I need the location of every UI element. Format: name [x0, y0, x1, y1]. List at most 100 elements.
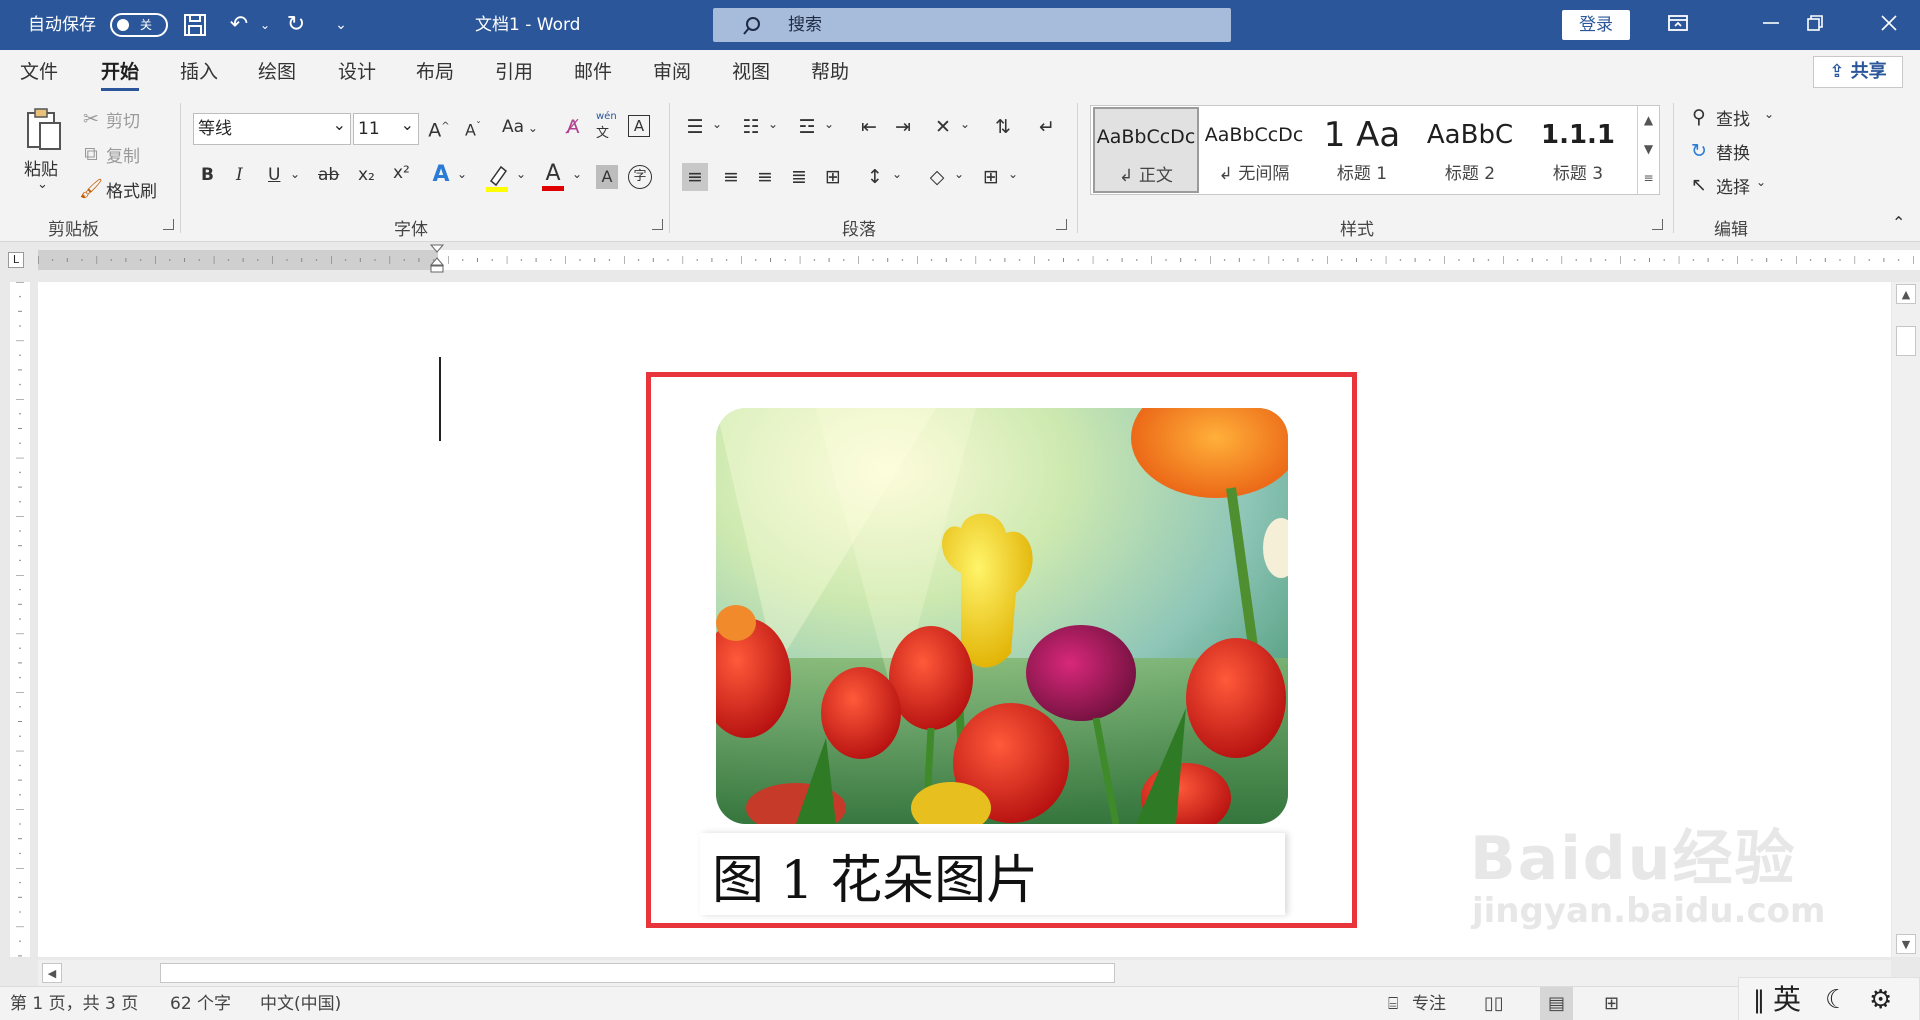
style-heading-3[interactable]: 1.1.1 标题 3: [1525, 107, 1631, 193]
show-hide-marks-icon[interactable]: ↵: [1034, 115, 1060, 139]
select-button[interactable]: 选择: [1716, 173, 1750, 198]
tab-references[interactable]: 引用: [495, 50, 533, 95]
style-heading-1[interactable]: 1 Aa 标题 1: [1309, 107, 1415, 193]
font-color-dropdown-icon[interactable]: ⌄: [572, 167, 582, 181]
figure-caption[interactable]: 图 1 花朵图片: [712, 838, 1038, 913]
flower-photo[interactable]: [716, 408, 1288, 824]
find-button[interactable]: 查找: [1716, 105, 1750, 130]
restore-icon[interactable]: [1802, 12, 1828, 38]
decrease-indent-icon[interactable]: ⇤: [856, 115, 882, 139]
ribbon-display-options-icon[interactable]: [1665, 12, 1691, 38]
enclose-characters-icon[interactable]: 字: [628, 165, 652, 189]
web-layout-icon[interactable]: ⊞: [1604, 987, 1619, 1020]
format-painter-icon[interactable]: 🖌: [78, 177, 104, 201]
tab-design[interactable]: 设计: [338, 50, 376, 95]
vertical-scrollbar[interactable]: ▲ ▼: [1892, 282, 1920, 957]
replace-button[interactable]: 替换: [1716, 139, 1750, 164]
align-left-icon[interactable]: ≡: [682, 163, 708, 191]
copy-icon[interactable]: ⧉: [78, 142, 104, 166]
change-case-button[interactable]: Aa ⌄: [502, 117, 538, 137]
indent-marker-icon[interactable]: [429, 244, 445, 274]
read-mode-icon[interactable]: ▯▯: [1484, 987, 1504, 1020]
focus-button[interactable]: 专注: [1412, 987, 1446, 1020]
scroll-down-icon[interactable]: ▼: [1896, 934, 1916, 954]
highlight-dropdown-icon[interactable]: ⌄: [516, 167, 526, 181]
multilevel-list-icon[interactable]: ☲: [794, 115, 820, 139]
borders-icon[interactable]: ⊞: [978, 163, 1004, 191]
vertical-scroll-thumb[interactable]: [1896, 326, 1916, 356]
word-count[interactable]: 62 个字: [170, 987, 231, 1020]
shading-dropdown-icon[interactable]: ⌄: [954, 167, 964, 181]
redo-icon[interactable]: ↻: [283, 12, 309, 38]
bullets-icon[interactable]: ☰: [682, 115, 708, 139]
collapse-ribbon-icon[interactable]: ⌃: [1892, 213, 1905, 232]
subscript-button[interactable]: x₂: [358, 165, 375, 185]
scroll-left-icon[interactable]: ◀: [42, 963, 62, 983]
tab-home[interactable]: 开始: [101, 50, 140, 95]
tab-layout[interactable]: 布局: [416, 50, 454, 95]
find-dropdown-icon[interactable]: ⌄: [1764, 107, 1774, 121]
scroll-up-icon[interactable]: ▲: [1896, 284, 1916, 304]
styles-scroll-icon[interactable]: ▲ ▼ ≡: [1637, 106, 1659, 194]
justify-icon[interactable]: ≣: [786, 163, 812, 191]
horizontal-scroll-thumb[interactable]: [160, 963, 1115, 983]
select-dropdown-icon[interactable]: ⌄: [1756, 175, 1766, 189]
style-no-spacing[interactable]: AaBbCcDc ↲ 无间隔: [1201, 107, 1307, 193]
paragraph-launcher-icon[interactable]: [1056, 219, 1067, 230]
distributed-icon[interactable]: ⊞: [820, 163, 846, 191]
ime-language[interactable]: 英: [1773, 983, 1801, 1017]
shading-icon[interactable]: ◇: [924, 163, 950, 191]
print-layout-icon[interactable]: ▤: [1540, 987, 1574, 1020]
bullets-dropdown-icon[interactable]: ⌄: [712, 117, 722, 131]
align-right-icon[interactable]: ≡: [752, 163, 778, 191]
increase-indent-icon[interactable]: ⇥: [890, 115, 916, 139]
tab-view[interactable]: 视图: [732, 50, 770, 95]
styles-launcher-icon[interactable]: [1652, 219, 1663, 230]
tab-draw[interactable]: 绘图: [258, 50, 296, 95]
tab-insert[interactable]: 插入: [180, 50, 218, 95]
cut-label[interactable]: 剪切: [106, 107, 140, 132]
superscript-button[interactable]: x²: [393, 163, 410, 183]
text-direction-dropdown-icon[interactable]: ⌄: [960, 117, 970, 131]
character-border-icon[interactable]: A: [628, 115, 650, 137]
italic-button[interactable]: I: [236, 165, 243, 185]
text-effects-icon[interactable]: A: [428, 163, 454, 187]
gear-icon[interactable]: ⚙: [1869, 983, 1892, 1017]
line-spacing-icon[interactable]: ↕: [862, 163, 888, 191]
copy-label[interactable]: 复制: [106, 142, 140, 167]
undo-icon[interactable]: ↶: [226, 12, 252, 38]
font-launcher-icon[interactable]: [652, 219, 663, 230]
multilevel-dropdown-icon[interactable]: ⌄: [824, 117, 834, 131]
find-icon[interactable]: ⚲: [1686, 105, 1712, 129]
clipboard-launcher-icon[interactable]: [163, 219, 174, 230]
focus-icon[interactable]: ⌸: [1388, 987, 1398, 1020]
strikethrough-button[interactable]: ab: [318, 165, 339, 185]
underline-dropdown-icon[interactable]: ⌄: [290, 167, 300, 181]
font-color-icon[interactable]: A: [540, 161, 566, 193]
search-box[interactable]: 搜索: [713, 8, 1231, 42]
borders-dropdown-icon[interactable]: ⌄: [1008, 167, 1018, 181]
customize-toolbar-icon[interactable]: ⌄: [328, 12, 354, 38]
clear-formatting-icon[interactable]: A̸: [560, 115, 586, 139]
line-spacing-dropdown-icon[interactable]: ⌄: [892, 167, 902, 181]
text-direction-icon[interactable]: ✕: [930, 115, 956, 139]
undo-dropdown-icon[interactable]: ⌄: [252, 12, 278, 38]
language[interactable]: 中文(中国): [260, 987, 341, 1020]
tab-mailings[interactable]: 邮件: [574, 50, 612, 95]
style-heading-2[interactable]: AaBbC 标题 2: [1417, 107, 1523, 193]
highlight-color-icon[interactable]: [484, 163, 510, 193]
bold-button[interactable]: B: [201, 165, 214, 185]
paste-icon[interactable]: [22, 105, 66, 155]
select-icon[interactable]: ↖: [1686, 173, 1712, 197]
font-size-select[interactable]: 11: [353, 110, 419, 145]
text-effects-dropdown-icon[interactable]: ⌄: [457, 167, 467, 181]
tab-help[interactable]: 帮助: [811, 50, 849, 95]
underline-button[interactable]: U: [268, 165, 280, 185]
shrink-font-icon[interactable]: Aˇ: [460, 115, 486, 142]
tab-selector-icon[interactable]: L: [8, 252, 24, 268]
style-normal[interactable]: AaBbCcDc ↲ 正文: [1093, 107, 1199, 193]
numbering-dropdown-icon[interactable]: ⌄: [768, 117, 778, 131]
tab-file[interactable]: 文件: [20, 50, 58, 95]
ime-grip-icon[interactable]: ‖: [1753, 983, 1765, 1017]
format-painter-label[interactable]: 格式刷: [106, 177, 157, 202]
